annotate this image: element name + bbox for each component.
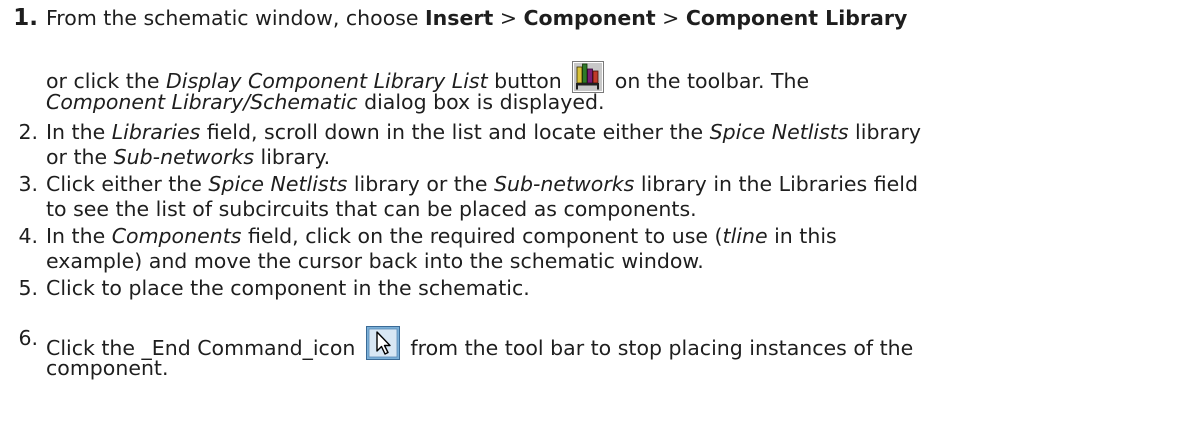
step-line: or the Sub-networks library. [46, 145, 330, 169]
text: In the [46, 120, 112, 144]
text: library [848, 120, 922, 144]
step-line: Component Library/Schematic dialog box i… [46, 90, 605, 114]
step-line: From the schematic window, choose Insert… [46, 6, 907, 30]
menu-component-library: Component Library [685, 6, 908, 30]
step-line: Click the _End Command_icon from the too… [46, 326, 913, 365]
text: From the schematic window, choose [46, 6, 426, 30]
end-command-arrow-icon [365, 326, 400, 365]
text: library. [254, 145, 331, 169]
library-name: Sub-networks [113, 145, 255, 169]
step-line: to see the list of subcircuits that can … [46, 197, 697, 221]
text: dialog box is displayed. [357, 90, 605, 114]
text: example) and move the cursor back into t… [46, 249, 704, 273]
step-number: 2. [18, 120, 38, 144]
text: In the [46, 224, 112, 248]
text: field, scroll down in the list and locat… [200, 120, 710, 144]
step-line: In the Components field, click on the re… [46, 224, 837, 248]
text: library or the [347, 172, 494, 196]
step-line: In the Libraries field, scroll down in t… [46, 120, 921, 144]
field-name: Libraries [111, 120, 201, 144]
text: Click either the [46, 172, 209, 196]
menu-component: Component [523, 6, 656, 30]
menu-insert: Insert [425, 6, 494, 30]
text: from the tool bar to stop placing instan… [403, 336, 914, 360]
text: > [493, 6, 524, 30]
text: > [655, 6, 686, 30]
step-line: Click either the Spice Netlists library … [46, 172, 918, 196]
component-name: tline [722, 224, 768, 248]
step-number: 3. [18, 172, 38, 196]
text: or the [46, 145, 114, 169]
text: component. [46, 356, 169, 380]
library-name: Spice Netlists [208, 172, 348, 196]
step-line: component. [46, 356, 169, 380]
text: in this [767, 224, 837, 248]
step-line: example) and move the cursor back into t… [46, 249, 704, 273]
step-number: 5. [18, 276, 38, 300]
text: field, click on the required component t… [241, 224, 723, 248]
field-name: Components [111, 224, 242, 248]
text: Click to place the component in the sche… [46, 276, 530, 300]
step-number: 6. [18, 326, 38, 350]
library-name: Spice Netlists [709, 120, 849, 144]
text: on the toolbar. The [608, 69, 810, 93]
library-name: Sub-networks [493, 172, 635, 196]
text: library in the Libraries field [634, 172, 918, 196]
dialog-name: Component Library/Schematic [46, 90, 358, 114]
step-line: Click to place the component in the sche… [46, 276, 530, 300]
step-number: 1. [13, 5, 38, 31]
step-number: 4. [18, 224, 38, 248]
text: to see the list of subcircuits that can … [46, 197, 697, 221]
